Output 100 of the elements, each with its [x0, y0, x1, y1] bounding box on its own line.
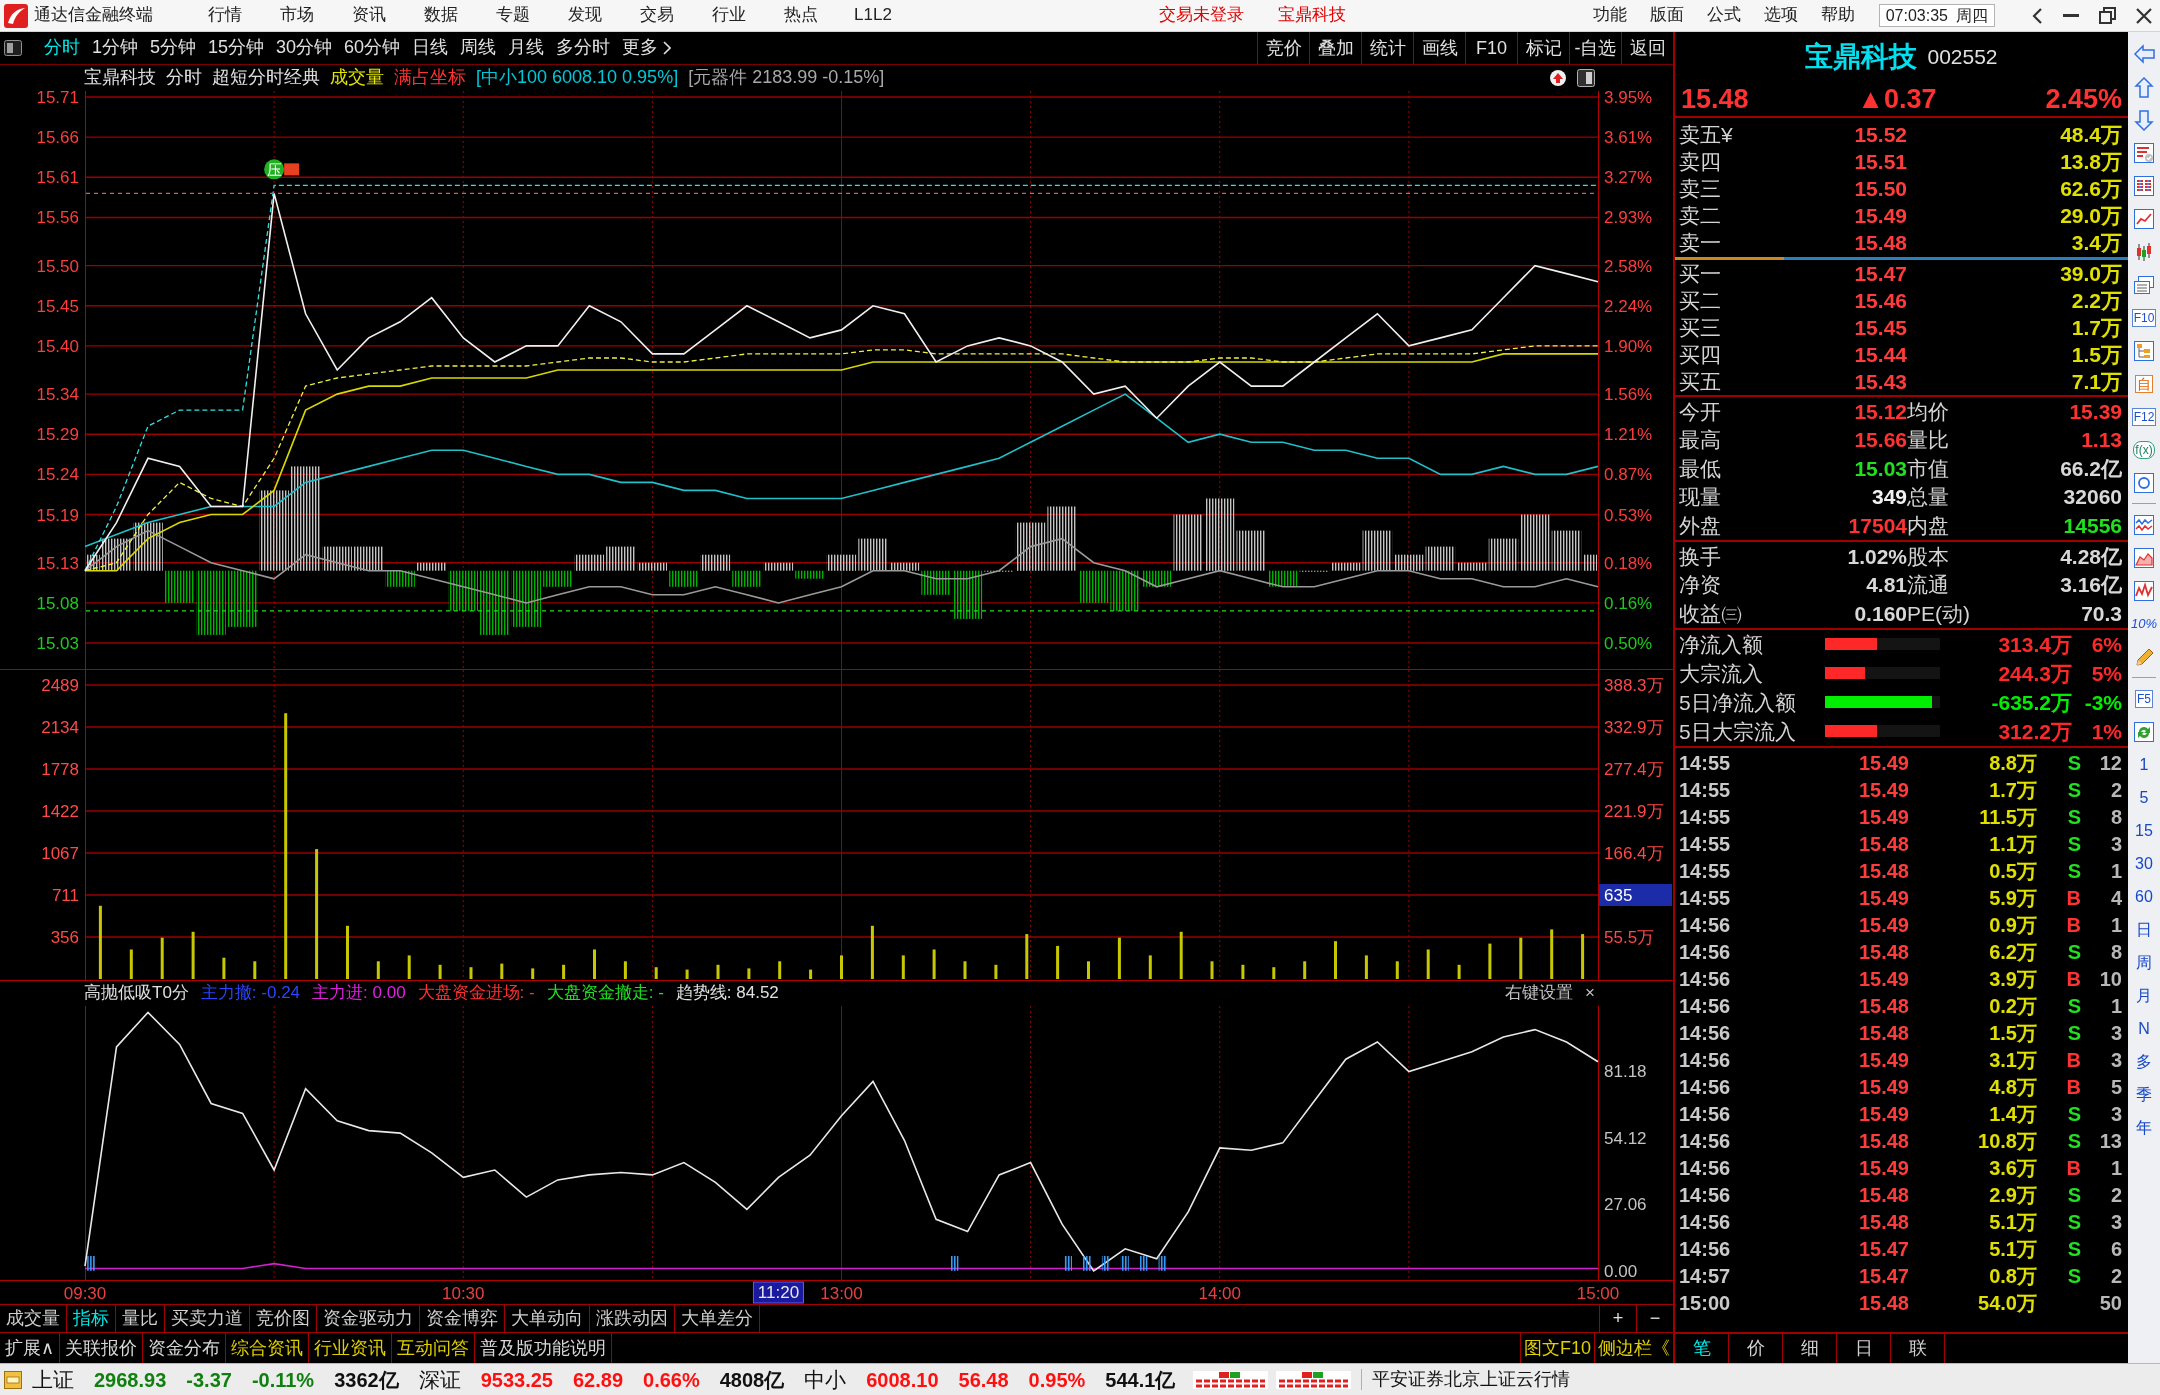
axis-label: 15.50 — [36, 256, 79, 276]
stat-value: 1.02% — [1846, 543, 1907, 569]
flow-label: 5日净流入额 — [1679, 689, 1797, 715]
trade-side: S — [2066, 994, 2082, 1019]
data-feed-name: 平安证券北京上证云行情 — [1361, 1368, 1571, 1391]
order-label: 买二 — [1679, 287, 1722, 314]
trade-price: 15.49 — [1857, 967, 1909, 992]
order-volume: 2.2万 — [2070, 287, 2122, 314]
time-label: 10:30 — [442, 1284, 485, 1303]
index-amount: 544.1亿 — [1105, 1367, 1176, 1392]
trade-volume: 8.8万 — [1988, 751, 2037, 776]
last-price: 15.48 — [1681, 82, 1749, 116]
stat-value: 32060 — [2062, 484, 2122, 510]
order-price: 15.43 — [1853, 368, 1907, 395]
order-volume: 7.1万 — [2070, 368, 2122, 395]
trade-time: 14:56 — [1679, 1237, 1732, 1262]
index-percent: 0.66% — [643, 1367, 700, 1392]
axis-label: 332.9万 — [1604, 717, 1664, 737]
trade-count: 3 — [2109, 1048, 2122, 1073]
stat-label: 量比 — [1907, 427, 1950, 453]
axis-label: 1067 — [41, 843, 79, 863]
trade-side: S — [2066, 1129, 2082, 1154]
flow-percent: 6% — [2090, 631, 2122, 657]
flow-value: -635.2万 — [1990, 689, 2072, 715]
chart-legend-text: [中小100 6008.10 0.95%] — [476, 67, 679, 89]
trade-price: 15.48 — [1857, 859, 1909, 884]
trade-time: 14:55 — [1679, 751, 1732, 776]
stat-value: 14556 — [2062, 513, 2122, 539]
order-volume: 13.8万 — [2059, 148, 2122, 175]
clock-time: 07:03:35 — [1885, 5, 1948, 26]
order-price: 15.51 — [1853, 148, 1907, 175]
trade-volume: 4.8万 — [1988, 1075, 2037, 1100]
trade-side: S — [2066, 859, 2082, 884]
trade-volume: 1.1万 — [1988, 832, 2037, 857]
order-volume: 3.4万 — [2070, 229, 2122, 256]
axis-label: 1.90% — [1604, 336, 1653, 356]
stat-label: 最低 — [1679, 455, 1722, 482]
order-label: 卖二 — [1679, 202, 1722, 229]
axis-label: 1.56% — [1604, 385, 1653, 405]
stat-label: 外盘 — [1679, 513, 1722, 539]
order-price: 15.47 — [1853, 260, 1907, 287]
stat-label: 现量 — [1679, 484, 1722, 510]
trade-volume: 3.6万 — [1988, 1156, 2037, 1181]
axis-label: 2.58% — [1604, 256, 1653, 276]
trade-count: 6 — [2109, 1237, 2122, 1262]
trade-side: S — [2066, 1102, 2082, 1127]
index-amount: 3362亿 — [334, 1367, 399, 1392]
axis-label: 0.18% — [1604, 553, 1653, 573]
trade-time: 15:00 — [1679, 1291, 1732, 1316]
order-label: 买一 — [1679, 260, 1722, 287]
flow-percent: 1% — [2090, 718, 2122, 744]
index-change: 56.48 — [958, 1367, 1009, 1392]
trade-count: 2 — [2109, 778, 2122, 803]
time-label: 15:00 — [1576, 1284, 1620, 1303]
trade-time: 14:55 — [1679, 859, 1732, 884]
stock-code: 002552 — [1927, 44, 1998, 70]
trade-time: 14:56 — [1679, 994, 1732, 1019]
axis-label: 15.13 — [36, 553, 79, 573]
trade-side: B — [2065, 1156, 2082, 1181]
stat-label: 市值 — [1907, 455, 1950, 482]
trade-side: B — [2065, 886, 2082, 911]
chart-legend-text: 宝鼎科技 — [84, 67, 156, 89]
indicator-legend-text: 大盘资金撤走: - — [546, 983, 664, 1004]
trade-time: 14:56 — [1679, 1021, 1732, 1046]
axis-label: 0.00 — [1604, 1262, 1638, 1281]
axis-label: 2.93% — [1604, 208, 1653, 228]
order-price: 15.49 — [1853, 202, 1907, 229]
trade-volume: 1.5万 — [1988, 1021, 2037, 1046]
order-volume: 1.7万 — [2070, 314, 2122, 341]
time-label: 13:00 — [820, 1284, 863, 1303]
trade-price: 15.49 — [1857, 751, 1909, 776]
order-label: 卖五¥ — [1679, 121, 1734, 148]
order-price: 15.46 — [1853, 287, 1907, 314]
trade-volume: 5.9万 — [1988, 886, 2037, 911]
order-label: 卖四 — [1679, 148, 1722, 175]
stat-value: 3.16亿 — [2059, 572, 2122, 598]
indicator-legend-text: 主力进: 0.00 — [312, 983, 406, 1004]
time-label: 09:30 — [63, 1284, 107, 1303]
trade-price: 15.49 — [1857, 778, 1909, 803]
trade-volume: 11.5万 — [1978, 805, 2037, 830]
trade-side: S — [2066, 805, 2082, 830]
trade-time: 14:56 — [1679, 1129, 1732, 1154]
stat-value: 70.3 — [2080, 600, 2122, 627]
axis-label: 3.95% — [1604, 91, 1653, 107]
trade-count: 3 — [2109, 832, 2122, 857]
stat-value: 4.28亿 — [2059, 543, 2122, 569]
axis-label: 15.08 — [36, 593, 79, 613]
trade-price: 15.49 — [1857, 886, 1909, 911]
axis-label: 3.61% — [1604, 128, 1653, 148]
trade-time: 14:56 — [1679, 967, 1732, 992]
trade-volume: 0.5万 — [1988, 859, 2037, 884]
axis-label: 0.53% — [1604, 505, 1653, 525]
trade-volume: 3.9万 — [1988, 967, 2037, 992]
trade-time: 14:56 — [1679, 940, 1732, 965]
axis-label: 2.24% — [1604, 296, 1653, 316]
trade-volume: 54.0万 — [1977, 1291, 2037, 1316]
indicator-legend-text: 趋势线: 84.52 — [675, 983, 779, 1004]
trade-price: 15.48 — [1857, 994, 1909, 1019]
cursor-time-label: 11:20 — [752, 1281, 804, 1304]
trade-price: 15.48 — [1857, 940, 1909, 965]
